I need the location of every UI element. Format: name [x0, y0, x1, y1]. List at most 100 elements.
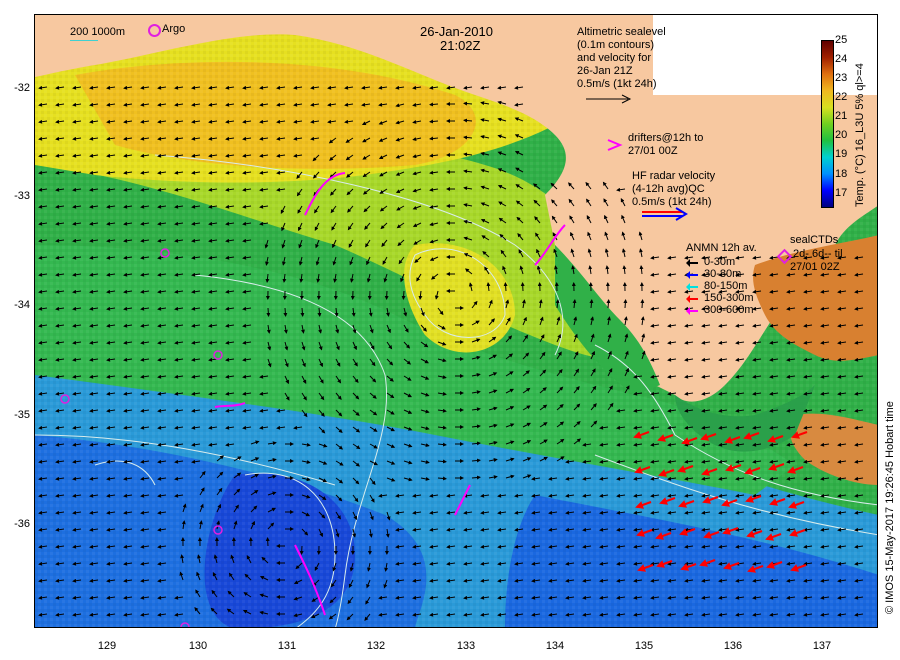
velocity-arrow: [667, 442, 677, 447]
velocity-arrow: [488, 458, 498, 462]
velocity-arrow: [565, 510, 575, 515]
velocity-arrow: [667, 493, 677, 498]
velocity-arrow: [403, 460, 413, 465]
velocity-arrow: [667, 476, 677, 481]
velocity-arrow: [650, 374, 660, 379]
velocity-arrow: [573, 438, 582, 445]
velocity-arrow: [531, 493, 541, 498]
velocity-arrow: [352, 460, 360, 467]
velocity-arrow: [639, 248, 643, 258]
velocity-arrow: [293, 425, 303, 430]
velocity-arrow: [301, 341, 306, 351]
velocity-arrow: [233, 504, 239, 513]
velocity-arrow: [616, 425, 626, 430]
velocity-arrow: [505, 440, 515, 445]
velocity-arrow: [72, 493, 82, 498]
velocity-arrow: [106, 238, 116, 243]
velocity-arrow: [480, 202, 490, 207]
velocity-arrow: [72, 527, 82, 532]
velocity-arrow: [486, 282, 491, 292]
velocity-arrow: [701, 340, 711, 345]
velocity-arrow: [854, 493, 864, 498]
velocity-arrow: [299, 273, 304, 283]
velocity-arrow: [385, 528, 390, 538]
velocity-arrow: [140, 221, 150, 226]
velocity-arrow: [599, 561, 609, 566]
velocity-arrow: [701, 510, 711, 515]
velocity-arrow: [548, 561, 558, 566]
velocity-arrow: [334, 307, 339, 317]
velocity-arrow: [72, 204, 82, 209]
hf-radar-arrow: [790, 564, 807, 572]
velocity-arrow: [191, 153, 201, 158]
velocity-arrow: [837, 493, 847, 498]
velocity-arrow: [463, 85, 473, 90]
anmn-item-label: 80-150m: [704, 280, 748, 292]
anmn-item-label: 30-80m: [704, 268, 742, 280]
velocity-arrow: [556, 351, 562, 360]
velocity-arrow: [208, 136, 218, 141]
velocity-arrow: [242, 221, 252, 226]
anmn-item-label: 0-30m: [704, 256, 736, 268]
velocity-arrow: [752, 561, 762, 566]
velocity-arrow: [106, 272, 116, 277]
velocity-arrow: [650, 272, 660, 277]
velocity-arrow: [573, 333, 578, 343]
velocity-arrow: [616, 442, 626, 447]
velocity-arrow: [429, 153, 439, 158]
velocity-arrow: [395, 612, 405, 617]
velocity-arrow: [106, 476, 116, 481]
velocity-arrow: [531, 595, 541, 600]
velocity-arrow: [522, 474, 532, 479]
velocity-arrow: [735, 408, 745, 413]
velocity-arrow: [556, 438, 565, 445]
velocity-arrow: [106, 255, 116, 260]
velocity-arrow: [284, 375, 289, 385]
velocity-arrow: [301, 460, 311, 464]
velocity-arrow: [854, 425, 864, 430]
velocity-arrow: [548, 510, 558, 515]
velocity-arrow: [820, 323, 830, 328]
velocity-arrow: [352, 443, 361, 450]
velocity-arrow: [539, 422, 548, 428]
velocity-arrow: [140, 204, 150, 209]
velocity-arrow: [599, 442, 609, 447]
velocity-arrow: [539, 351, 546, 360]
velocity-arrow: [335, 511, 341, 520]
velocity-arrow: [369, 494, 375, 503]
velocity-arrow: [803, 510, 813, 515]
velocity-arrow: [623, 316, 628, 326]
velocity-arrow: [837, 323, 847, 328]
velocity-arrow: [140, 306, 150, 311]
velocity-arrow: [735, 544, 745, 549]
velocity-arrow: [582, 595, 592, 600]
velocity-arrow: [89, 527, 99, 532]
velocity-arrow: [589, 299, 594, 309]
velocity-arrow: [368, 307, 373, 317]
velocity-arrow: [267, 522, 275, 530]
anmn-legend-title: ANMN 12h av.: [686, 242, 757, 254]
velocity-arrow: [242, 609, 252, 615]
velocity-arrow: [854, 561, 864, 566]
velocity-arrow: [89, 595, 99, 600]
velocity-arrow: [191, 102, 201, 107]
velocity-arrow: [349, 562, 354, 572]
velocity-arrow: [786, 459, 796, 464]
velocity-arrow: [259, 391, 269, 396]
velocity-arrow: [265, 273, 270, 283]
velocity-arrow: [174, 374, 184, 379]
velocity-arrow: [752, 323, 762, 328]
velocity-arrow: [157, 561, 167, 566]
velocity-arrow: [233, 488, 241, 496]
velocity-arrow: [395, 578, 405, 583]
velocity-arrow: [803, 340, 813, 345]
velocity-arrow: [293, 136, 303, 141]
velocity-arrow: [667, 357, 677, 362]
velocity-arrow: [650, 306, 660, 311]
velocity-arrow: [89, 102, 99, 107]
velocity-arrow: [208, 289, 218, 294]
velocity-arrow: [735, 357, 745, 362]
hf-radar-line-2: (4-12h avg)QC: [632, 183, 705, 195]
velocity-arrow: [803, 374, 813, 379]
velocity-arrow: [328, 613, 337, 620]
